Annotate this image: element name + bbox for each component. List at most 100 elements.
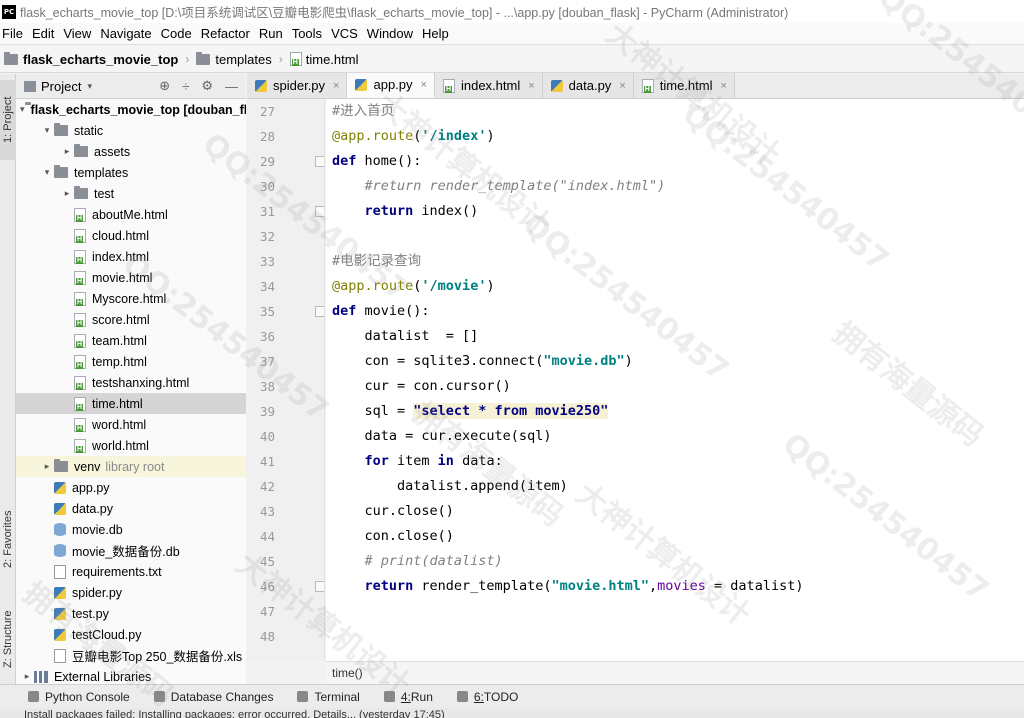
menu-run[interactable]: Run: [257, 26, 290, 41]
code-token: index(): [421, 203, 479, 219]
menu-help[interactable]: Help: [420, 26, 456, 41]
line-number: 47: [260, 604, 276, 619]
close-tab-icon[interactable]: ×: [619, 80, 625, 92]
menu-view[interactable]: View: [61, 26, 98, 41]
tree-item[interactable]: requirements.txt: [16, 561, 246, 582]
code-token: def: [332, 153, 365, 169]
tree-item[interactable]: word.html: [16, 414, 246, 435]
editor-tab-app-py[interactable]: app.py ×: [347, 73, 435, 98]
tree-item[interactable]: index.html: [16, 246, 246, 267]
tree-item[interactable]: 豆瓣电影Top 250_数据备份.xls: [16, 645, 246, 666]
code-line: data = cur.execute(sql): [326, 424, 1024, 449]
dropdown-icon: ▾: [87, 80, 92, 91]
tree-item[interactable]: movie.html: [16, 267, 246, 288]
tree-item[interactable]: temp.html: [16, 351, 246, 372]
fold-toggle-icon[interactable]: [315, 306, 324, 317]
tree-item[interactable]: Myscore.html: [16, 288, 246, 309]
code-token: #return render_template("index.html"): [332, 178, 666, 194]
expanded-arrow-icon[interactable]: ▾: [40, 125, 54, 136]
breadcrumb-file[interactable]: time.html: [289, 52, 358, 67]
line-number: 28: [260, 129, 276, 144]
status-message[interactable]: Install packages failed: Installing pack…: [24, 710, 1024, 718]
breadcrumb-templates[interactable]: templates: [196, 51, 272, 67]
code-line: def movie():: [326, 299, 1024, 324]
close-tab-icon[interactable]: ×: [421, 79, 427, 91]
menu-file[interactable]: File: [0, 26, 30, 41]
folder-icon: [54, 165, 68, 178]
locate-icon[interactable]: ⊕: [159, 78, 170, 94]
editor-tab-time-html[interactable]: time.html ×: [633, 73, 735, 98]
editor-breadcrumb-function[interactable]: time(): [332, 666, 363, 680]
tree-item[interactable]: ▸ test: [16, 183, 246, 204]
tool-window-terminal[interactable]: Terminal: [297, 690, 360, 704]
editor-tab-spider-py[interactable]: spider.py ×: [247, 73, 348, 98]
settings-gear-icon[interactable]: ⚙: [201, 78, 213, 94]
collapsed-arrow-icon[interactable]: ▸: [40, 461, 54, 472]
code-token: con = sqlite3.connect(: [332, 353, 544, 369]
project-tree: ▾flask_echarts_movie_top [douban_flask]▾…: [16, 99, 246, 684]
tree-item-label: temp.html: [92, 354, 147, 369]
tree-item[interactable]: ▾ flask_echarts_movie_top [douban_flask]: [16, 99, 246, 120]
tree-item[interactable]: ▾ static: [16, 120, 246, 141]
project-tool-tab[interactable]: 1: Project: [0, 80, 16, 160]
tool-window-python-console[interactable]: Python Console: [28, 690, 130, 704]
tree-item[interactable]: team.html: [16, 330, 246, 351]
tool-window-label: TODO: [483, 689, 519, 704]
tree-item-label: world.html: [92, 438, 149, 453]
menu-vcs[interactable]: VCS: [329, 26, 365, 41]
collapsed-arrow-icon[interactable]: ▸: [20, 671, 34, 682]
tree-item[interactable]: cloud.html: [16, 225, 246, 246]
tool-window-todo[interactable]: 6: TODO: [456, 689, 519, 704]
code-editor[interactable]: #进入首页 @app.route('/index') def home(): #re…: [326, 99, 1024, 661]
tree-item[interactable]: score.html: [16, 309, 246, 330]
tree-item[interactable]: testCloud.py: [16, 624, 246, 645]
editor-tab-data-py[interactable]: data.py ×: [542, 73, 634, 98]
line-number: 27: [260, 104, 276, 119]
tree-item[interactable]: world.html: [16, 435, 246, 456]
tree-item[interactable]: ▸ venv library root: [16, 456, 246, 477]
code-token: '/index': [421, 128, 487, 144]
menu-edit[interactable]: Edit: [30, 26, 61, 41]
structure-tool-tab[interactable]: Z: Structure: [0, 594, 16, 684]
code-line: for item in data:: [326, 449, 1024, 474]
fold-toggle-icon[interactable]: [315, 581, 324, 592]
close-tab-icon[interactable]: ×: [333, 80, 339, 92]
favorites-tool-tab[interactable]: 2: Favorites: [0, 494, 16, 584]
menu-window[interactable]: Window: [365, 26, 420, 41]
breadcrumb-project[interactable]: flask_echarts_movie_top: [4, 51, 178, 67]
tree-item[interactable]: aboutMe.html: [16, 204, 246, 225]
tree-item[interactable]: movie_数据备份.db: [16, 540, 246, 561]
menu-refactor[interactable]: Refactor: [199, 26, 257, 41]
tree-item[interactable]: app.py: [16, 477, 246, 498]
folder-icon: [74, 186, 88, 199]
tree-item[interactable]: ▾ templates: [16, 162, 246, 183]
project-view-selector[interactable]: Project ▾: [24, 79, 92, 94]
close-tab-icon[interactable]: ×: [720, 80, 726, 92]
menu-navigate[interactable]: Navigate: [98, 26, 158, 41]
breadcrumb-templates-label: templates: [215, 51, 272, 67]
tool-window-run[interactable]: 4: Run: [383, 690, 433, 704]
collapse-icon[interactable]: ÷: [182, 79, 189, 94]
tree-item[interactable]: testshanxing.html: [16, 372, 246, 393]
left-tool-strip: 1: Project 2: Favorites Z: Structure: [0, 74, 16, 684]
expanded-arrow-icon[interactable]: ▾: [20, 104, 25, 115]
tree-item[interactable]: ▸ External Libraries: [16, 666, 246, 684]
menu-tools[interactable]: Tools: [290, 26, 329, 41]
menu-code[interactable]: Code: [159, 26, 199, 41]
tree-item[interactable]: movie.db: [16, 519, 246, 540]
tree-item[interactable]: spider.py: [16, 582, 246, 603]
fold-toggle-icon[interactable]: [315, 206, 324, 217]
tree-item[interactable]: data.py: [16, 498, 246, 519]
hide-panel-icon[interactable]: —: [225, 79, 238, 94]
collapsed-arrow-icon[interactable]: ▸: [60, 188, 74, 199]
collapsed-arrow-icon[interactable]: ▸: [60, 146, 74, 157]
expanded-arrow-icon[interactable]: ▾: [40, 167, 54, 178]
tool-window-database-changes[interactable]: Database Changes: [153, 690, 273, 704]
tree-item[interactable]: test.py: [16, 603, 246, 624]
tree-item[interactable]: ▸ assets: [16, 141, 246, 162]
tree-item[interactable]: time.html: [16, 393, 246, 414]
fold-toggle-icon[interactable]: [315, 156, 324, 167]
editor-tab-index-html[interactable]: index.html ×: [434, 73, 543, 98]
close-tab-icon[interactable]: ×: [528, 80, 534, 92]
